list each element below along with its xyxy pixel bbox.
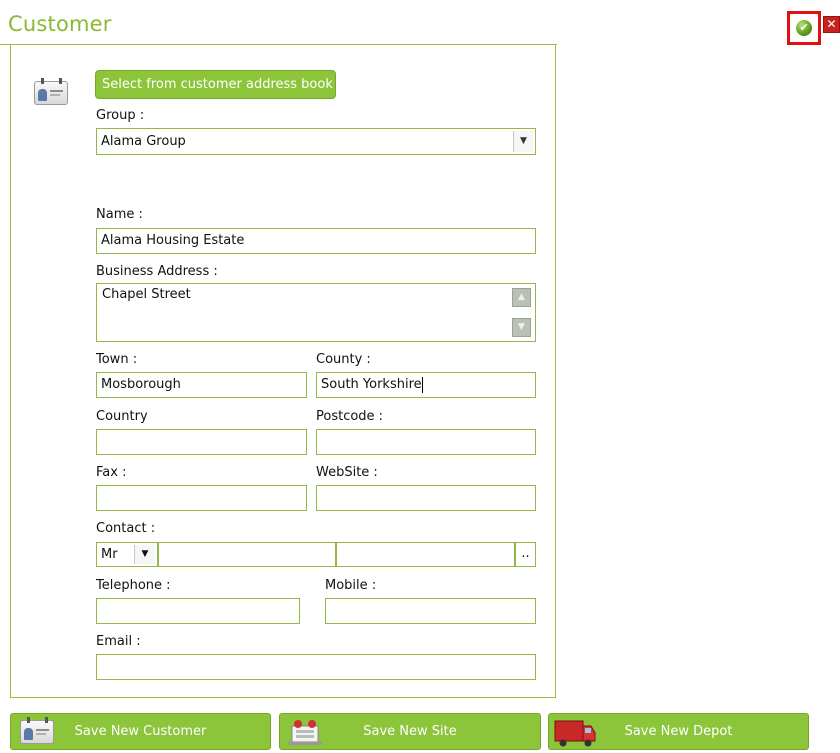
contact-first-name-field[interactable]	[158, 542, 336, 567]
contact-more-button[interactable]: ..	[515, 542, 536, 567]
town-field[interactable]: Mosborough	[96, 372, 307, 398]
checkmark-icon: ✔	[796, 20, 812, 36]
save-new-site-button[interactable]: Save New Site	[279, 713, 541, 750]
business-address-value: Chapel Street	[102, 287, 191, 302]
name-field[interactable]: Alama Housing Estate	[96, 228, 536, 254]
contact-title-value: Mr	[101, 547, 118, 562]
close-button[interactable]: ✕	[823, 16, 840, 33]
chevron-down-icon[interactable]: ▼	[134, 545, 155, 564]
name-label: Name :	[96, 207, 143, 222]
website-label: WebSite :	[316, 465, 378, 480]
save-new-depot-button[interactable]: Save New Depot	[548, 713, 809, 750]
business-address-label: Business Address :	[96, 264, 218, 279]
text-caret	[421, 376, 423, 393]
contact-label: Contact :	[96, 521, 156, 536]
website-field[interactable]	[316, 485, 536, 511]
save-new-depot-label: Save New Depot	[624, 724, 733, 739]
fax-field[interactable]	[96, 485, 307, 511]
postcode-field[interactable]	[316, 429, 536, 455]
postcode-label: Postcode :	[316, 409, 384, 424]
email-field[interactable]	[96, 654, 536, 680]
save-new-site-label: Save New Site	[363, 724, 457, 739]
mobile-field[interactable]	[325, 598, 536, 624]
group-select-value: Alama Group	[101, 134, 186, 149]
county-value: South Yorkshire	[321, 377, 422, 392]
contact-last-name-field[interactable]	[336, 542, 515, 567]
telephone-field[interactable]	[96, 598, 300, 624]
scroll-up-icon[interactable]: ▲	[512, 288, 531, 307]
group-select[interactable]: Alama Group ▼	[96, 128, 536, 155]
save-new-customer-button[interactable]: Save New Customer	[10, 713, 271, 750]
contact-title-select[interactable]: Mr ▼	[96, 542, 158, 567]
page-title: Customer	[8, 12, 112, 36]
scroll-down-icon[interactable]: ▼	[512, 318, 531, 337]
country-label: Country	[96, 409, 148, 424]
group-label: Group :	[96, 108, 145, 123]
fax-label: Fax :	[96, 465, 127, 480]
confirm-button[interactable]: ✔	[787, 11, 821, 45]
telephone-label: Telephone :	[96, 578, 171, 593]
email-label: Email :	[96, 634, 141, 649]
country-field[interactable]	[96, 429, 307, 455]
county-label: County :	[316, 352, 371, 367]
chevron-down-icon[interactable]: ▼	[513, 131, 533, 152]
business-address-field[interactable]: Chapel Street ▲ ▼	[96, 283, 536, 342]
town-label: Town :	[96, 352, 138, 367]
mobile-label: Mobile :	[325, 578, 377, 593]
save-new-customer-label: Save New Customer	[74, 724, 207, 739]
county-field[interactable]: South Yorkshire	[316, 372, 536, 398]
select-address-book-button[interactable]: Select from customer address book	[95, 70, 336, 99]
address-card-icon	[34, 78, 68, 105]
